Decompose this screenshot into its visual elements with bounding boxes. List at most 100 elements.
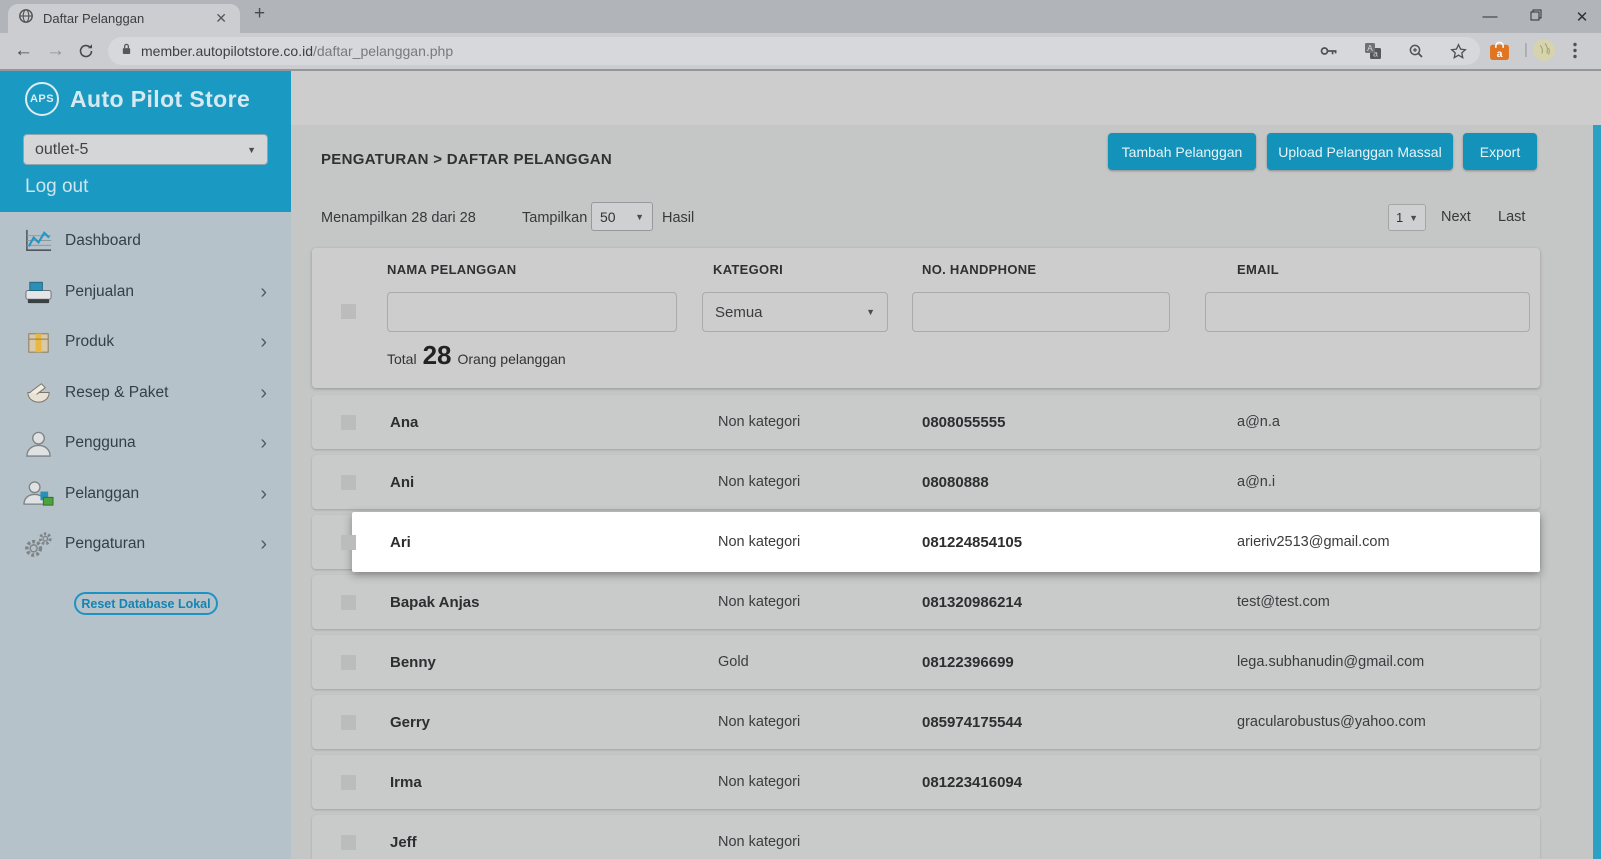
sidebar-menu: Dashboard›Penjualan›Produk›Resep & Paket… [0, 212, 291, 570]
table-row[interactable]: Jeff Non kategori [312, 815, 1540, 859]
cell-phone: 081223416094 [922, 755, 1022, 809]
sidebar-item-produk[interactable]: Produk› [0, 317, 291, 368]
name-filter-input[interactable] [387, 292, 677, 332]
cell-kategori: Non kategori [718, 695, 800, 749]
outlet-select[interactable]: outlet-5 ▼ [23, 134, 268, 165]
translate-icon[interactable]: aA [1364, 42, 1382, 60]
window-close-icon[interactable]: ✕ [1571, 8, 1593, 26]
page-size-label: Tampilkan [522, 210, 587, 226]
cell-kategori: Non kategori [718, 515, 800, 569]
row-checkbox[interactable] [341, 595, 356, 610]
row-checkbox[interactable] [341, 775, 356, 790]
page: APS Auto Pilot Store outlet-5 ▼ Log out … [0, 69, 1601, 859]
globe-favicon-icon [18, 8, 34, 29]
sidebar-item-resep-paket[interactable]: Resep & Paket › [0, 368, 291, 419]
page-size-select[interactable]: 50 ▼ [591, 202, 653, 231]
page-number-select[interactable]: 1 ▼ [1388, 204, 1426, 231]
table-row[interactable]: Irma Non kategori 081223416094 [312, 755, 1540, 809]
password-key-icon[interactable] [1320, 45, 1338, 57]
reset-database-button[interactable]: Reset Database Lokal [74, 592, 218, 615]
showing-count-text: Menampilkan 28 dari 28 [321, 210, 476, 226]
table-filter-card: NAMA PELANGGAN KATEGORI NO. HANDPHONE EM… [312, 248, 1540, 388]
table-row[interactable]: Ana Non kategori 0808055555 a@n.a [312, 395, 1540, 449]
page-scrollbar[interactable] [1593, 125, 1601, 859]
mortar-pestle-icon [22, 378, 55, 407]
lock-icon [121, 42, 132, 61]
page-number-value: 1 [1396, 210, 1403, 225]
cell-kategori: Non kategori [718, 575, 800, 629]
table-row[interactable]: Benny Gold 08122396699 lega.subhanudin@g… [312, 635, 1540, 689]
add-customer-button[interactable]: Tambah Pelanggan [1108, 133, 1256, 170]
row-checkbox[interactable] [341, 535, 356, 550]
url-path: /daftar_pelanggan.php [313, 43, 453, 59]
sidebar-item-dashboard[interactable]: Dashboard› [0, 216, 291, 267]
row-checkbox[interactable] [341, 655, 356, 670]
back-icon[interactable]: ← [14, 41, 33, 60]
sidebar-item-pengaturan[interactable]: Pengaturan› [0, 519, 291, 570]
total-customers-text: Total 28 Orang pelanggan [387, 340, 566, 371]
email-filter-input[interactable] [1205, 292, 1530, 332]
column-header-kategori: KATEGORI [713, 262, 783, 277]
bookmark-star-icon[interactable] [1450, 43, 1467, 60]
table-row[interactable]: Ani Non kategori 08080888 a@n.i [312, 455, 1540, 509]
next-page-link[interactable]: Next [1441, 209, 1471, 225]
last-page-link[interactable]: Last [1498, 209, 1525, 225]
window-restore-icon[interactable] [1525, 8, 1547, 25]
sidebar-item-label: Resep & Paket [65, 384, 168, 402]
chevron-right-icon: › [260, 384, 267, 402]
cell-phone: 0808055555 [922, 395, 1005, 449]
sidebar-item-pelanggan[interactable]: Pelanggan› [0, 469, 291, 520]
chevron-right-icon: › [260, 434, 267, 452]
results-label: Hasil [662, 210, 694, 226]
cell-email: gracularobustus@yahoo.com [1237, 695, 1426, 749]
browser-tab[interactable]: Daftar Pelanggan ✕ [8, 4, 240, 33]
breadcrumb: PENGATURAN > DAFTAR PELANGGAN [321, 151, 612, 168]
bulk-upload-button[interactable]: Upload Pelanggan Massal [1267, 133, 1453, 170]
brand-name: Auto Pilot Store [70, 86, 250, 113]
cell-phone: 081224854105 [922, 515, 1022, 569]
cell-name: Gerry [390, 695, 430, 749]
svg-text:A: A [1367, 43, 1373, 53]
forward-icon[interactable]: → [46, 41, 65, 60]
export-button[interactable]: Export [1463, 133, 1537, 170]
window-minimize-icon[interactable]: — [1479, 8, 1501, 25]
row-checkbox[interactable] [341, 415, 356, 430]
extension-shopping-icon[interactable]: a [1489, 40, 1510, 66]
sidebar-item-label: Pengguna [65, 434, 136, 452]
table-row[interactable]: Gerry Non kategori 085974175544 gracular… [312, 695, 1540, 749]
browser-toolbar: ← → member.autopilotstore.co.id/daftar_p… [0, 33, 1601, 69]
new-tab-button[interactable]: + [254, 3, 265, 25]
reload-icon[interactable] [78, 43, 94, 63]
toolbar-separator: | [1524, 41, 1528, 58]
chevron-down-icon: ▼ [1409, 213, 1418, 223]
column-header-nama: NAMA PELANGGAN [387, 262, 516, 277]
row-checkbox[interactable] [341, 715, 356, 730]
cell-kategori: Non kategori [718, 455, 800, 509]
phone-filter-input[interactable] [912, 292, 1170, 332]
kategori-filter-select[interactable]: Semua ▼ [702, 292, 888, 332]
cell-email: a@n.a [1237, 395, 1280, 449]
product-box-icon [22, 328, 55, 357]
kategori-filter-value: Semua [715, 304, 763, 321]
sidebar-item-pengguna[interactable]: Pengguna › [0, 418, 291, 469]
row-checkbox[interactable] [341, 475, 356, 490]
cell-name: Benny [390, 635, 436, 689]
profile-avatar[interactable] [1532, 38, 1556, 67]
row-checkbox[interactable] [341, 835, 356, 850]
cell-kategori: Non kategori [718, 815, 800, 859]
content-top-strip [291, 71, 1601, 125]
select-all-checkbox[interactable] [341, 304, 356, 319]
browser-menu-icon[interactable] [1573, 42, 1577, 64]
browser-tab-bar: Daftar Pelanggan ✕ + — ✕ [0, 0, 1601, 33]
table-row[interactable]: Bapak Anjas Non kategori 081320986214 te… [312, 575, 1540, 629]
zoom-search-icon[interactable] [1408, 43, 1424, 59]
logout-link[interactable]: Log out [25, 176, 88, 198]
url-bar[interactable]: member.autopilotstore.co.id/daftar_pelan… [108, 37, 1480, 65]
cell-kategori: Gold [718, 635, 749, 689]
tab-close-icon[interactable]: ✕ [212, 10, 230, 27]
chevron-down-icon: ▼ [635, 212, 644, 222]
sidebar-item-penjualan[interactable]: Penjualan› [0, 267, 291, 318]
table-row[interactable]: Ari Non kategori 081224854105 arieriv251… [312, 515, 1540, 569]
tab-title: Daftar Pelanggan [43, 11, 212, 26]
chevron-right-icon: › [260, 333, 267, 351]
